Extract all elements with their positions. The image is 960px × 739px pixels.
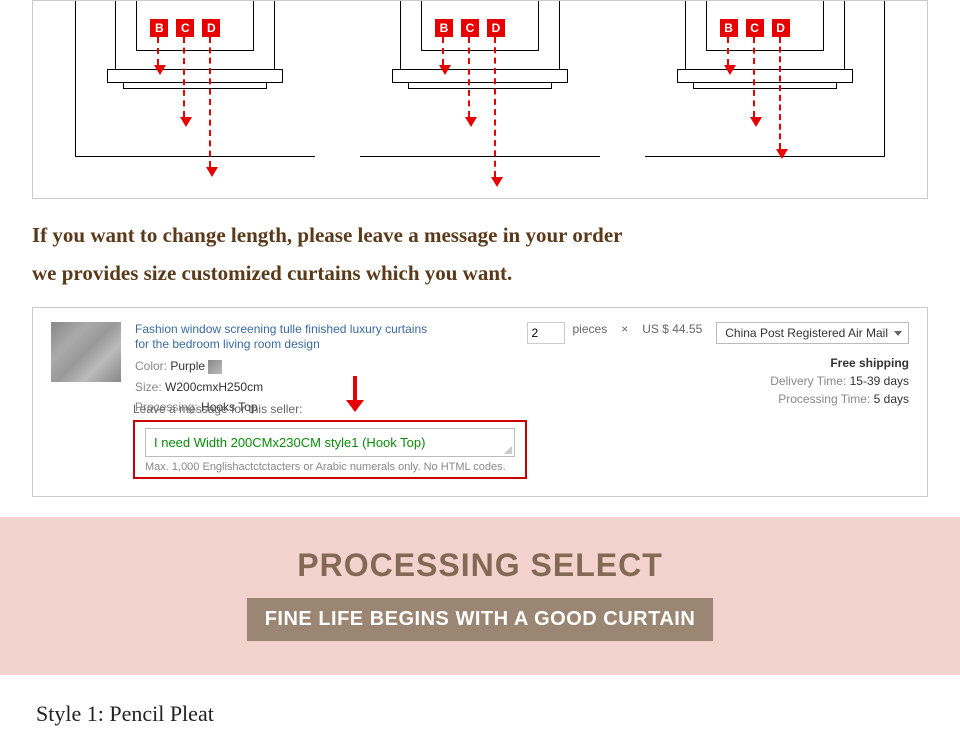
diagram-1: B C D — [75, 1, 315, 191]
quantity-input[interactable] — [527, 322, 565, 344]
measurement-diagrams: B C D B C D — [32, 0, 928, 199]
banner-title: PROCESSING SELECT — [0, 547, 960, 584]
qty-unit: pieces — [573, 322, 608, 336]
message-highlight-box: I need Width 200CMx230CM style1 (Hook To… — [133, 420, 527, 479]
diagram-2: B C D — [360, 1, 600, 191]
processing-select-banner: PROCESSING SELECT FINE LIFE BEGINS WITH … — [0, 517, 960, 675]
product-thumbnail — [51, 322, 121, 382]
shipping-method-select[interactable]: China Post Registered Air Mail — [716, 322, 909, 344]
style-1-heading: Style 1: Pencil Pleat — [36, 701, 924, 727]
label-c: C — [746, 19, 764, 37]
color-label: Color: — [135, 359, 167, 373]
delivery-time-value: 15-39 days — [850, 374, 909, 388]
free-shipping-label: Free shipping — [716, 356, 909, 370]
banner-subtitle: FINE LIFE BEGINS WITH A GOOD CURTAIN — [247, 598, 714, 641]
delivery-time-label: Delivery Time: — [770, 374, 846, 388]
label-d: D — [772, 19, 790, 37]
seller-message-input[interactable]: I need Width 200CMx230CM style1 (Hook To… — [145, 428, 515, 457]
label-c: C — [176, 19, 194, 37]
label-b: B — [435, 19, 453, 37]
message-hint: Max. 1,000 Englishactctctacters or Arabi… — [145, 461, 515, 473]
shipping-column: China Post Registered Air Mail Free ship… — [716, 322, 909, 482]
size-value: W200cmxH250cm — [165, 380, 263, 394]
instruction-line-1: If you want to change length, please lea… — [32, 217, 928, 255]
color-swatch — [208, 360, 222, 374]
instruction-line-2: we provides size customized curtains whi… — [32, 255, 928, 293]
message-label: Leave a message for this seller: — [133, 402, 527, 416]
price: US $ 44.55 — [642, 322, 702, 336]
label-b: B — [720, 19, 738, 37]
label-d: D — [202, 19, 220, 37]
diagram-3: B C D — [645, 1, 885, 191]
order-example-panel: Fashion window screening tulle finished … — [32, 307, 928, 497]
processing-time-label: Processing Time: — [778, 392, 870, 406]
label-c: C — [461, 19, 479, 37]
product-title: Fashion window screening tulle finished … — [135, 322, 435, 353]
customization-instruction: If you want to change length, please lea… — [32, 217, 928, 293]
size-label: Size: — [135, 380, 162, 394]
label-b: B — [150, 19, 168, 37]
times-symbol: × — [621, 322, 628, 336]
label-d: D — [487, 19, 505, 37]
color-value: Purple — [170, 359, 205, 373]
processing-time-value: 5 days — [874, 392, 909, 406]
